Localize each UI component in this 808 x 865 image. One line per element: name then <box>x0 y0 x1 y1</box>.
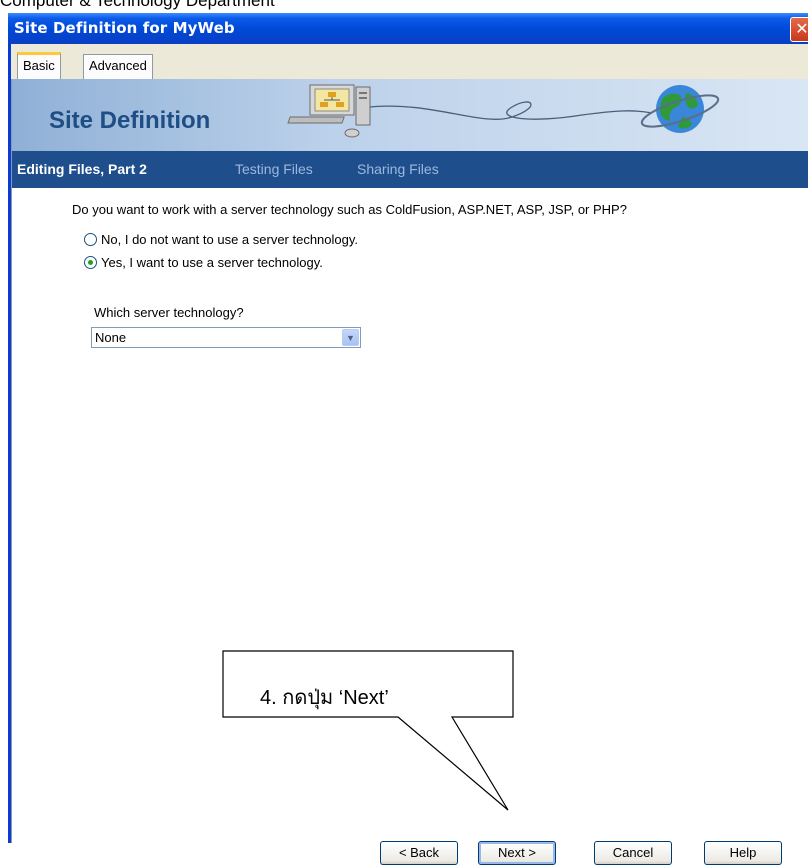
help-button[interactable]: Help <box>704 841 782 865</box>
cancel-button[interactable]: Cancel <box>594 841 672 865</box>
callout-text: 4. กดปุ่ม ‘Next’ <box>260 687 389 709</box>
back-button[interactable]: < Back <box>380 841 458 865</box>
next-button[interactable]: Next > <box>478 841 556 865</box>
callout-bubble <box>222 650 514 811</box>
